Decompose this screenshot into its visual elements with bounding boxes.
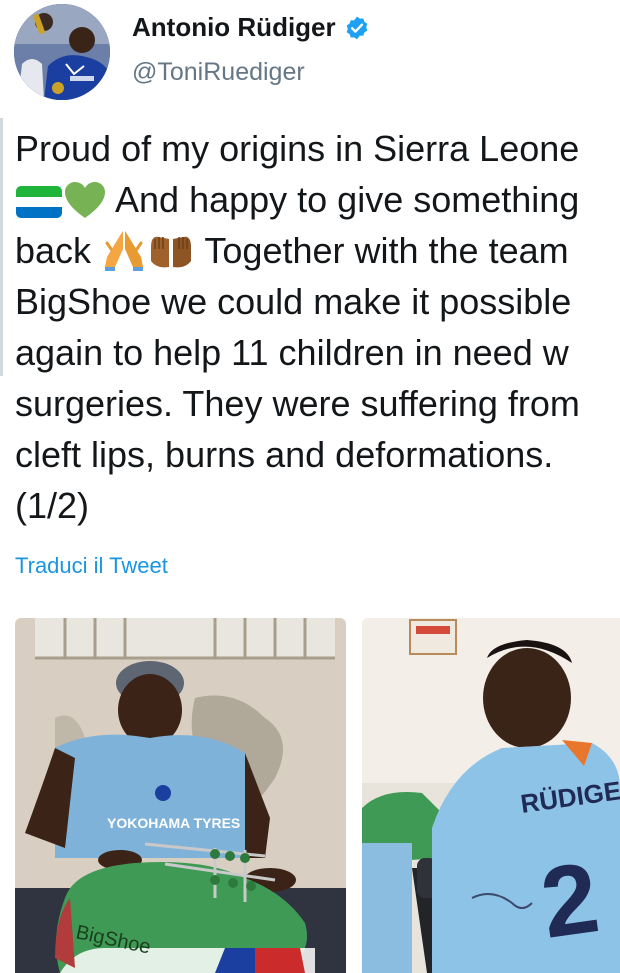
tweet-line-text: back xyxy=(15,230,102,271)
tweet-line-text: BigShoe we could make it possible xyxy=(15,281,572,322)
tweet-line: (1/2) xyxy=(15,480,620,531)
translate-tweet-link[interactable]: Traduci il Tweet xyxy=(15,553,168,579)
tweet-text: Proud of my origins in Sierra Leone And … xyxy=(15,123,620,531)
tweet-line: cleft lips, burns and deformations. xyxy=(15,429,620,480)
tweet-line: surgeries. They were suffering from xyxy=(15,378,620,429)
tweet-header: Antonio Rüdiger @ToniRuediger xyxy=(14,4,614,104)
tweet-line-text: surgeries. They were suffering from xyxy=(15,383,580,424)
display-name[interactable]: Antonio Rüdiger xyxy=(132,12,336,43)
user-handle[interactable]: @ToniRuediger xyxy=(132,58,305,87)
tweet-line: Proud of my origins in Sierra Leone xyxy=(15,123,620,174)
tweet-line-text: again to help 11 children in need w xyxy=(15,332,569,373)
tweet-line: back Together with the team xyxy=(15,225,620,276)
tweet-line-text: Proud of my origins in Sierra Leone xyxy=(15,128,580,169)
tweet-line: And happy to give something xyxy=(15,174,620,225)
tweet-photo-2[interactable]: RÜDIGER 2 xyxy=(362,618,620,973)
tweet-view: Antonio Rüdiger @ToniRuediger Proud of m… xyxy=(0,0,620,973)
divider xyxy=(0,118,3,376)
avatar[interactable] xyxy=(14,4,110,100)
tweet-line-text: cleft lips, burns and deformations. xyxy=(15,434,554,475)
name-row: Antonio Rüdiger xyxy=(132,12,370,43)
tweet-line: again to help 11 children in need w xyxy=(15,327,620,378)
tweet-line-text: (1/2) xyxy=(15,485,90,526)
tweet-line-text: And happy to give something xyxy=(107,179,580,220)
tweet-line-text: Together with the team xyxy=(195,230,569,271)
shirt-sponsor-text: YOKOHAMA TYRES xyxy=(107,815,240,831)
verified-badge-icon xyxy=(344,15,370,41)
tweet-photo-1[interactable]: YOKOHAMA TYRES BigShoe xyxy=(15,618,346,973)
tweet-line: BigShoe we could make it possible xyxy=(15,276,620,327)
